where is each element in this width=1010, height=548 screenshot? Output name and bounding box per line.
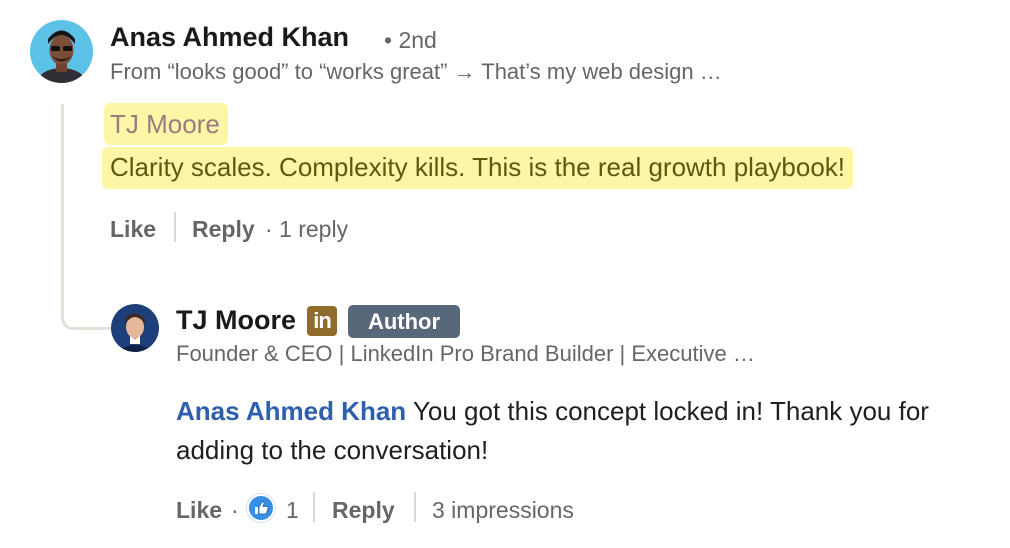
mention-link[interactable]: Anas Ahmed Khan [176,396,406,426]
quoted-name: TJ Moore [104,103,228,145]
reply-text: Anas Ahmed Khan You got this concept loc… [176,392,986,470]
like-button[interactable]: Like [110,216,156,243]
thumbs-up-reaction-icon[interactable] [247,494,275,522]
reply-like-button[interactable]: Like [176,497,222,524]
connection-degree: • 2nd [384,27,437,53]
comment-author-headline: From “looks good” to “works great” → Tha… [110,59,722,84]
avatar-anas[interactable] [30,20,93,83]
avatar-tj-moore[interactable] [111,304,159,352]
linkedin-premium-icon: in [307,306,337,336]
comment-author-name[interactable]: Anas Ahmed Khan [110,22,349,53]
reply-author-name[interactable]: TJ Moore [176,305,296,336]
action-divider [414,492,416,522]
reply-author-headline: Founder & CEO | LinkedIn Pro Brand Build… [176,341,755,366]
reaction-count[interactable]: 1 [286,497,299,524]
reply-count-link[interactable]: · 1 reply [265,216,348,243]
reply-button[interactable]: Reply [192,216,255,243]
like-dot-separator: · [231,497,239,523]
impressions-count[interactable]: 3 impressions [432,497,574,524]
reply-reply-button[interactable]: Reply [332,497,395,524]
author-badge: Author [348,305,460,338]
action-divider [174,212,176,242]
action-divider [313,492,315,522]
comment-text: Clarity scales. Complexity kills. This i… [102,147,854,189]
